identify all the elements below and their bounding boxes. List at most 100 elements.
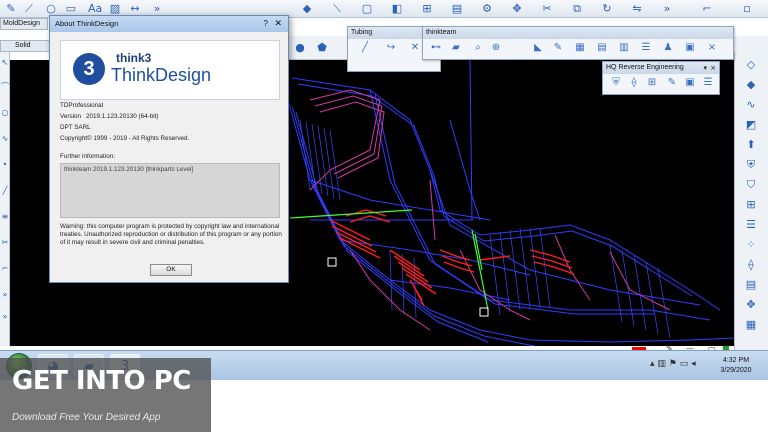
box-icon[interactable]: ▢ — [360, 2, 374, 16]
layers-icon[interactable]: ☰ — [701, 77, 715, 89]
mesh-icon[interactable]: ⊞ — [645, 77, 659, 89]
right-tool-strip: ◇ ◆ ∿ ◩ ⬆ ⛨ ⛉ ⊞ ☰ ⁘ ⟠ ▤ ✥ ▦ — [734, 52, 768, 350]
tag-icon[interactable]: ◣ — [531, 42, 545, 54]
shape-icon[interactable]: ◇ — [743, 58, 759, 72]
loop-icon[interactable]: ○ — [0, 108, 10, 118]
clock-time[interactable]: 4:32 PM — [708, 357, 764, 364]
edit-icon[interactable]: ✎ — [551, 42, 565, 54]
trim-icon[interactable]: ✂ — [0, 238, 10, 248]
shield-icon[interactable]: ⛨ — [609, 77, 623, 89]
help-button[interactable]: ? — [264, 16, 268, 32]
hatch-icon[interactable]: ▨ — [108, 2, 122, 16]
dialog-title-bar[interactable]: About ThinkDesign ? ✕ — [50, 16, 288, 32]
sheet-icon[interactable]: ▤ — [450, 2, 464, 16]
table-icon[interactable]: ▦ — [743, 318, 759, 332]
curve-icon[interactable]: ∿ — [743, 98, 759, 112]
flag-icon[interactable]: ⚑ — [669, 359, 677, 369]
clock-date[interactable]: 3/29/2020 — [708, 367, 764, 374]
scan-icon[interactable]: ⟠ — [627, 77, 641, 89]
surface-icon[interactable]: ◩ — [743, 118, 759, 132]
close-icon[interactable]: × — [710, 62, 716, 74]
version-label: Version — [60, 113, 82, 120]
chevron-down-icon[interactable]: ▾ — [703, 62, 707, 74]
product-logo: 3 think3 ThinkDesign — [60, 40, 280, 100]
layers-icon[interactable]: ☰ — [743, 218, 759, 232]
further-info-label: Further information: — [60, 153, 115, 160]
shield-icon[interactable]: ⛨ — [743, 158, 759, 172]
shape-icon[interactable]: ◆ — [300, 2, 314, 16]
circle-icon[interactable]: ○ — [44, 2, 58, 16]
ok-button[interactable]: OK — [150, 264, 192, 276]
move-icon[interactable]: ✥ — [510, 2, 524, 16]
sheet-icon[interactable]: ▥ — [617, 42, 631, 54]
person-icon[interactable]: ♟ — [661, 42, 675, 54]
pipe-icon[interactable]: ╱ — [358, 42, 372, 54]
more-icon[interactable]: » — [660, 2, 674, 16]
link-icon[interactable]: ⊷ — [429, 42, 443, 54]
text-tool-icon[interactable]: Aa — [88, 2, 102, 16]
logo-brand: think3 — [116, 51, 152, 65]
grid-icon[interactable]: ▤ — [595, 42, 609, 54]
solid-icon[interactable]: ◆ — [743, 78, 759, 92]
pipe-bend-icon[interactable]: ↪ — [384, 42, 398, 54]
group-icon[interactable]: ⧉ — [570, 2, 584, 16]
layers-icon[interactable]: ☰ — [639, 42, 653, 54]
cut-icon[interactable]: ✂ — [540, 2, 554, 16]
sphere-icon[interactable]: ● — [293, 41, 307, 55]
transform-icon[interactable]: ✥ — [743, 298, 759, 312]
image-icon[interactable]: ▣ — [683, 77, 697, 89]
shield-icon[interactable]: ⛉ — [743, 178, 759, 192]
spline-icon[interactable]: ∿ — [0, 134, 10, 144]
further-info-box[interactable]: thinkteam 2019.1.123.20130 [thinkparts L… — [60, 163, 280, 218]
fillet-icon[interactable]: ⌐ — [0, 264, 10, 274]
cube-icon[interactable]: ◧ — [390, 2, 404, 16]
folder-icon[interactable]: ▰ — [449, 42, 463, 54]
split-icon[interactable]: ⟠ — [743, 258, 759, 272]
chevron-up-icon[interactable]: ▴ — [650, 359, 655, 369]
arc-icon[interactable]: ⌒ — [0, 82, 10, 92]
image-icon[interactable]: ▣ — [683, 42, 697, 54]
more-icon[interactable]: » — [150, 2, 164, 16]
dimension-icon[interactable]: ↔ — [128, 2, 142, 16]
moldesign-tab[interactable]: MoldDesign — [0, 18, 48, 30]
offset-icon[interactable]: ≡ — [0, 212, 10, 222]
extrude-icon[interactable]: ⬆ — [743, 138, 759, 152]
watermark-title: GET INTO PC — [12, 366, 191, 396]
chevron-down-icon[interactable]: » — [0, 312, 10, 322]
chevron-down-icon[interactable]: » — [0, 290, 10, 300]
rectangle-icon[interactable]: ▭ — [64, 2, 78, 16]
wrench-icon[interactable]: ✕ — [408, 42, 422, 54]
dots-icon[interactable]: ⁘ — [743, 238, 759, 252]
mirror-icon[interactable]: ⇋ — [630, 2, 644, 16]
point-icon[interactable]: • — [0, 160, 10, 170]
close-icon[interactable]: × — [705, 42, 719, 54]
site-watermark: GET INTO PC Download Free Your Desired A… — [0, 358, 211, 432]
watermark-subtitle: Download Free Your Desired App — [12, 412, 161, 423]
copyright-warning: Warning: this computer program is protec… — [60, 223, 282, 246]
frame-icon[interactable]: ⌐ — [700, 2, 714, 16]
table-icon[interactable]: ▦ — [573, 42, 587, 54]
line-icon[interactable]: ╱ — [0, 186, 10, 196]
solid-icon[interactable]: ⬟ — [315, 41, 329, 55]
thinkteam-panel-title[interactable]: thinkteam — [423, 27, 733, 39]
sheet-icon[interactable]: ▤ — [743, 278, 759, 292]
pencil-icon[interactable]: ✎ — [4, 2, 18, 16]
curve-icon[interactable]: ⟋ — [22, 2, 36, 16]
company-label: DPT SARL — [60, 124, 91, 131]
mesh-icon[interactable]: ⊞ — [743, 198, 759, 212]
hq-panel-title[interactable]: HQ Reverse Engineering ▾ × — [603, 62, 719, 74]
search-icon[interactable]: ⌕ — [471, 42, 485, 54]
volume-icon[interactable]: ◂ — [691, 359, 696, 369]
window-control-icon[interactable]: ▫ — [740, 2, 754, 16]
zoom-icon[interactable]: ⊕ — [489, 42, 503, 54]
about-dialog: About ThinkDesign ? ✕ 3 think3 ThinkDesi… — [49, 15, 289, 283]
select-icon[interactable]: ↖ — [0, 58, 10, 68]
network-icon[interactable]: ▥ — [657, 359, 666, 369]
close-button[interactable]: ✕ — [274, 16, 282, 32]
display-icon[interactable]: ▭ — [680, 359, 689, 369]
gear-icon[interactable]: ⚙ — [480, 2, 494, 16]
edit-mesh-icon[interactable]: ✎ — [665, 77, 679, 89]
rotate-icon[interactable]: ↻ — [600, 2, 614, 16]
tree-icon[interactable]: ⊞ — [420, 2, 434, 16]
line-icon[interactable]: ⟍ — [330, 2, 344, 16]
